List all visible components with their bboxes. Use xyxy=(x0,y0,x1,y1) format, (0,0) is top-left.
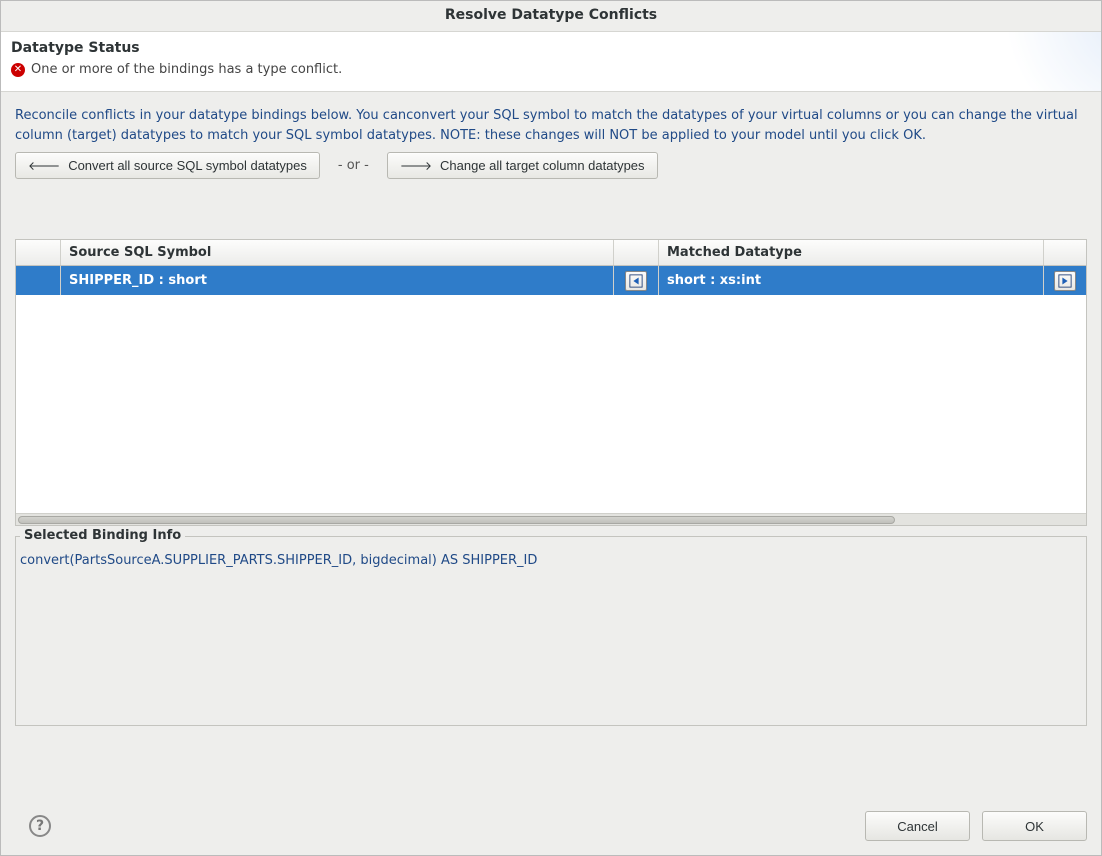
column-header-source[interactable]: Source SQL Symbol xyxy=(61,240,614,265)
status-message: One or more of the bindings has a type c… xyxy=(31,62,342,77)
help-icon[interactable]: ? xyxy=(29,815,51,837)
status-line: ✕ One or more of the bindings has a type… xyxy=(11,62,1091,77)
cell-matched-datatype: short : xs:int xyxy=(659,266,1044,295)
selected-binding-info-group: Selected Binding Info convert(PartsSourc… xyxy=(15,536,1087,726)
arrow-left-icon: 🡐 xyxy=(28,158,60,173)
arrow-right-boxed-icon xyxy=(1058,274,1072,288)
ok-button[interactable]: OK xyxy=(982,811,1087,841)
error-icon: ✕ xyxy=(11,63,25,77)
resolve-datatype-conflicts-dialog: Resolve Datatype Conflicts Datatype Stat… xyxy=(0,0,1102,856)
convert-all-source-button[interactable]: 🡐 Convert all source SQL symbol datatype… xyxy=(15,152,320,179)
group-legend: Selected Binding Info xyxy=(20,528,185,543)
instructions-text: Reconcile conflicts in your datatype bin… xyxy=(15,106,1087,146)
arrow-right-icon: 🡒 xyxy=(400,158,432,173)
column-header-matched[interactable]: Matched Datatype xyxy=(659,240,1044,265)
convert-left-button[interactable] xyxy=(625,271,647,291)
row-indent xyxy=(16,266,61,295)
or-separator: - or - xyxy=(338,158,369,173)
header-decoration xyxy=(981,31,1101,92)
cell-source-symbol: SHIPPER_ID : short xyxy=(61,266,614,295)
dialog-title: Resolve Datatype Conflicts xyxy=(1,1,1101,31)
arrow-left-boxed-icon xyxy=(629,274,643,288)
cancel-button[interactable]: Cancel xyxy=(865,811,970,841)
scrollbar-thumb[interactable] xyxy=(18,516,895,524)
bindings-table: Source SQL Symbol Matched Datatype SHIPP… xyxy=(15,239,1087,526)
table-header-row: Source SQL Symbol Matched Datatype xyxy=(16,240,1086,266)
section-title: Datatype Status xyxy=(11,40,1091,56)
binding-expression-text: convert(PartsSourceA.SUPPLIER_PARTS.SHIP… xyxy=(20,549,1082,568)
content-area: Reconcile conflicts in your datatype bin… xyxy=(1,92,1101,799)
dialog-footer: ? Cancel OK xyxy=(1,799,1101,855)
change-all-target-button[interactable]: 🡒 Change all target column datatypes xyxy=(387,152,658,179)
table-body: SHIPPER_ID : short short : xs:int xyxy=(16,266,1086,513)
convert-all-source-label: Convert all source SQL symbol datatypes xyxy=(68,158,307,173)
horizontal-scrollbar[interactable] xyxy=(16,513,1086,525)
convert-right-button[interactable] xyxy=(1054,271,1076,291)
cell-convert-right xyxy=(1044,266,1086,295)
table-header-action-spacer-2 xyxy=(1044,240,1086,265)
table-header-spacer xyxy=(16,240,61,265)
table-row[interactable]: SHIPPER_ID : short short : xs:int xyxy=(16,266,1086,295)
cell-convert-left xyxy=(614,266,659,295)
table-header-action-spacer-1 xyxy=(614,240,659,265)
header-panel: Datatype Status ✕ One or more of the bin… xyxy=(1,31,1101,92)
change-all-target-label: Change all target column datatypes xyxy=(440,158,645,173)
bulk-action-row: 🡐 Convert all source SQL symbol datatype… xyxy=(15,152,1087,179)
